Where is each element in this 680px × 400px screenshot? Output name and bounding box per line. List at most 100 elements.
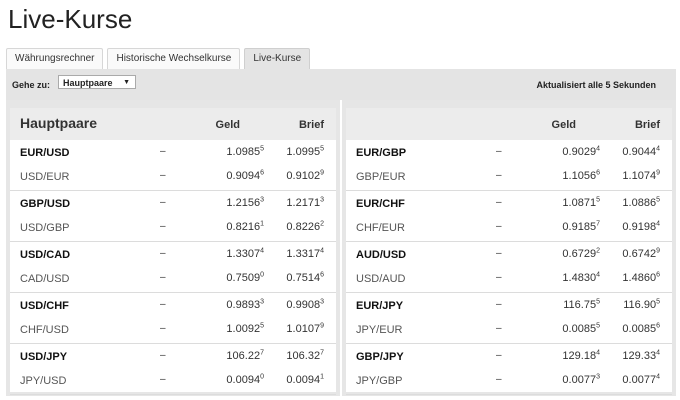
tab-live-rates[interactable]: Live-Kurse: [244, 48, 311, 69]
rate-group: EUR/USD –1.09855 1.09955 USD/EUR –0.90946 0.9…: [10, 140, 336, 191]
ask-price-fraction: 4: [656, 145, 660, 153]
ask-price-pips: 90: [643, 299, 657, 311]
currency-pair[interactable]: USD/JPY: [20, 351, 67, 363]
currency-pair[interactable]: USD/EUR: [20, 171, 70, 183]
currency-pair[interactable]: USD/CHF: [20, 300, 69, 312]
ask-price-base: 1.33: [286, 248, 308, 260]
rate-row[interactable]: CAD/USD –0.75090 0.75146: [10, 266, 336, 290]
rate-row[interactable]: GBP/JPY –129.184 129.334: [346, 344, 672, 368]
currency-pair[interactable]: CAD/USD: [20, 273, 70, 285]
rate-row[interactable]: USD/CAD –1.33074 1.33174: [10, 242, 336, 266]
bid-price-fraction: 4: [596, 349, 600, 357]
trend-dash: –: [160, 221, 166, 232]
currency-pair[interactable]: USD/CAD: [20, 249, 70, 261]
rate-row[interactable]: JPY/EUR –0.00855 0.00856: [346, 317, 672, 341]
goto-label: Gehe zu:: [12, 80, 51, 90]
rate-row[interactable]: JPY/USD –0.00940 0.00941: [10, 368, 336, 392]
ask-price-base: 0.91: [286, 170, 308, 182]
ask-price-base: 0.99: [286, 299, 308, 311]
bid-price: 1.21563: [226, 196, 264, 209]
bid-price: 0.75090: [226, 271, 264, 284]
bid-price-fraction: 1: [260, 220, 264, 228]
rate-row[interactable]: GBP/USD –1.21563 1.21713: [10, 191, 336, 215]
rate-row[interactable]: USD/CHF –0.98933 0.99083: [10, 293, 336, 317]
currency-pair[interactable]: GBP/JPY: [356, 351, 404, 363]
ask-price-fraction: 9: [656, 169, 660, 177]
tab-currency-converter[interactable]: Währungsrechner: [6, 48, 104, 69]
bid-price-base: 0.82: [226, 221, 248, 233]
rate-row[interactable]: AUD/USD –0.67292 0.67429: [346, 242, 672, 266]
rate-row[interactable]: EUR/JPY –116.755 116.905: [346, 293, 672, 317]
bid-price: 1.48304: [562, 271, 600, 284]
rate-row[interactable]: GBP/EUR –1.10566 1.10749: [346, 164, 672, 188]
bid-price-base: 129.: [562, 350, 584, 362]
currency-pair[interactable]: JPY/EUR: [356, 324, 402, 336]
bid-price-base: 0.00: [562, 323, 584, 335]
bid-price-fraction: 4: [596, 145, 600, 153]
chevron-down-icon: ▼: [123, 79, 130, 86]
trend-dash: –: [496, 272, 502, 283]
currency-pair[interactable]: EUR/USD: [20, 147, 70, 159]
rate-row[interactable]: EUR/GBP –0.90294 0.90444: [346, 140, 672, 164]
rate-row[interactable]: CHF/EUR –0.91857 0.91984: [346, 215, 672, 239]
ask-price: 0.90444: [622, 145, 660, 158]
rate-row[interactable]: USD/JPY –106.227 106.327: [10, 344, 336, 368]
rate-group: EUR/CHF –1.08715 1.08865 CHF/EUR –0.91857 0.9…: [346, 191, 672, 242]
bid-price: 0.91857: [562, 220, 600, 233]
currency-pair[interactable]: JPY/GBP: [356, 375, 402, 387]
bid-price-pips: 30: [583, 272, 597, 284]
currency-pair[interactable]: JPY/USD: [20, 375, 66, 387]
rate-group: GBP/JPY –129.184 129.334 JPY/GBP –0.00773 0.0…: [346, 344, 672, 395]
currency-pair[interactable]: CHF/USD: [20, 324, 69, 336]
currency-pair[interactable]: GBP/EUR: [356, 171, 406, 183]
currency-pair[interactable]: EUR/JPY: [356, 300, 403, 312]
ask-price: 129.334: [622, 349, 660, 362]
bid-price-base: 0.90: [226, 170, 248, 182]
bid-price: 0.00940: [226, 373, 264, 386]
ask-price-pips: 32: [307, 350, 321, 362]
bid-price: 1.08715: [562, 196, 600, 209]
panel-title: Hauptpaare: [20, 115, 98, 131]
ask-price-base: 1.08: [622, 197, 644, 209]
ask-price-fraction: 5: [656, 298, 660, 306]
bid-price-base: 0.91: [562, 221, 584, 233]
pair-group-select[interactable]: Hauptpaare ▼: [58, 75, 136, 89]
tab-historical-rates[interactable]: Historische Wechselkurse: [107, 48, 241, 69]
bid-price: 1.10566: [562, 169, 600, 182]
bid-price-fraction: 6: [596, 169, 600, 177]
currency-pair[interactable]: CHF/EUR: [356, 222, 405, 234]
ask-price-base: 129.: [622, 350, 644, 362]
rate-row[interactable]: USD/AUD –1.48304 1.48606: [346, 266, 672, 290]
currency-pair[interactable]: AUD/USD: [356, 249, 406, 261]
bid-price-base: 1.00: [226, 323, 248, 335]
currency-pair[interactable]: EUR/GBP: [356, 147, 406, 159]
ask-price-base: 1.48: [622, 272, 644, 284]
trend-dash: –: [496, 374, 502, 385]
ask-price-fraction: 6: [320, 271, 324, 279]
rate-row[interactable]: CHF/USD – 1.00925 1.01079: [10, 317, 336, 341]
ask-price-pips: 86: [643, 197, 657, 209]
rate-group: EUR/GBP –0.90294 0.90444 GBP/EUR –1.10566 1.1…: [346, 140, 672, 191]
currency-pair[interactable]: EUR/CHF: [356, 198, 405, 210]
currency-pair[interactable]: USD/GBP: [20, 222, 70, 234]
currency-pair[interactable]: GBP/USD: [20, 198, 70, 210]
trend-dash: –: [160, 323, 166, 334]
ask-price: 0.82262: [286, 220, 324, 233]
pair-group-select-value: Hauptpaare: [63, 78, 113, 88]
bid-price-base: 1.21: [226, 197, 248, 209]
rate-row[interactable]: EUR/USD –1.09855 1.09955: [10, 140, 336, 164]
rate-row[interactable]: EUR/CHF –1.08715 1.08865: [346, 191, 672, 215]
bid-price-fraction: 3: [260, 196, 264, 204]
ask-price-pips: 42: [643, 248, 657, 260]
ask-price: 1.08865: [622, 196, 660, 209]
ask-price-base: 1.09: [286, 146, 308, 158]
ask-price-fraction: 7: [320, 349, 324, 357]
rate-row[interactable]: USD/GBP –0.82161 0.82262: [10, 215, 336, 239]
bid-price: 0.90946: [226, 169, 264, 182]
rate-row[interactable]: USD/EUR – 0.90946 0.91029: [10, 164, 336, 188]
bid-price: 0.98933: [226, 298, 264, 311]
rate-row[interactable]: JPY/GBP –0.00773 0.00774: [346, 368, 672, 392]
ask-price: 0.67429: [622, 247, 660, 260]
ask-price-fraction: 4: [656, 373, 660, 381]
currency-pair[interactable]: USD/AUD: [356, 273, 406, 285]
